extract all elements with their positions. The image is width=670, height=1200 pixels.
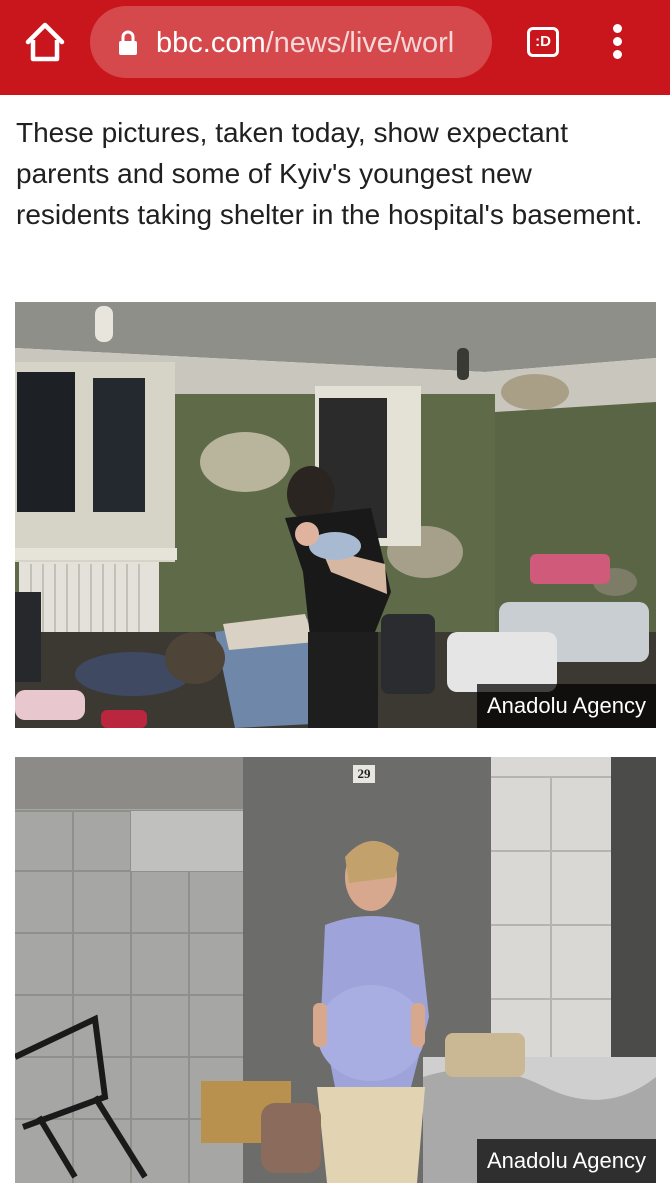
article-photo-2[interactable]: 29 Anadolu Agency: [15, 757, 656, 1183]
url-path: /news/live/worl: [265, 27, 455, 59]
photo-basement-father-newborn: [15, 302, 656, 728]
more-vertical-icon: [605, 24, 629, 59]
photo-credit-caption: Anadolu Agency: [476, 684, 656, 728]
photo-credit-caption: Anadolu Agency: [476, 1139, 656, 1183]
address-bar[interactable]: bbc.com/news/live/worl: [90, 6, 492, 78]
home-button[interactable]: [24, 20, 66, 64]
door-number-label: 29: [358, 766, 372, 781]
url-text: bbc.com/news/live/worl: [156, 23, 482, 63]
article-photo-1[interactable]: Anadolu Agency: [15, 302, 656, 728]
home-icon: [25, 22, 65, 62]
lock-icon: [119, 30, 137, 55]
photo-basement-expectant-mother: 29: [15, 757, 656, 1183]
article-paragraph: These pictures, taken today, show expect…: [16, 117, 643, 230]
browser-toolbar: bbc.com/news/live/worl :D: [0, 0, 670, 95]
more-menu-button[interactable]: [605, 24, 629, 60]
url-host: bbc.com: [156, 27, 266, 59]
tab-switcher-button[interactable]: :D: [527, 27, 559, 57]
